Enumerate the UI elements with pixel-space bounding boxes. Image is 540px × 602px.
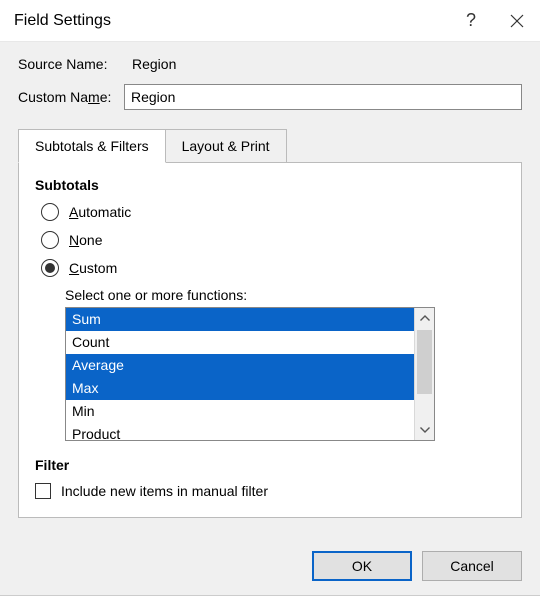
functions-label: Select one or more functions: (65, 287, 505, 303)
checkbox-label: Include new items in manual filter (61, 483, 268, 499)
field-settings-dialog: Field Settings ? Source Name: Region Cus… (0, 0, 540, 596)
scroll-thumb[interactable] (417, 330, 432, 394)
tab-panel: Subtotals Automatic None Custom Select o… (18, 162, 522, 518)
radio-icon (41, 203, 59, 221)
radio-icon (41, 259, 59, 277)
tabstrip: Subtotals & Filters Layout & Print (18, 129, 522, 163)
ok-button[interactable]: OK (312, 551, 412, 581)
filter-heading: Filter (35, 457, 505, 473)
custom-name-input[interactable] (124, 84, 522, 110)
radio-custom[interactable]: Custom (41, 259, 505, 277)
scroll-down-button[interactable] (415, 420, 434, 440)
list-item[interactable]: Product (66, 423, 414, 440)
scrollbar[interactable] (414, 308, 434, 440)
radio-automatic[interactable]: Automatic (41, 203, 505, 221)
dialog-content: Source Name: Region Custom Name: Subtota… (0, 42, 540, 541)
radio-none[interactable]: None (41, 231, 505, 249)
custom-name-row: Custom Name: (18, 84, 522, 110)
include-new-items-checkbox[interactable]: Include new items in manual filter (35, 483, 505, 499)
titlebar: Field Settings ? (0, 0, 540, 42)
tabs-container: Subtotals & Filters Layout & Print Subto… (18, 128, 522, 518)
close-button[interactable] (494, 0, 540, 42)
radio-icon (41, 231, 59, 249)
radio-label: None (69, 232, 102, 248)
custom-name-label: Custom Name: (18, 89, 124, 105)
help-button[interactable]: ? (448, 0, 494, 42)
list-item[interactable]: Min (66, 400, 414, 423)
radio-label: Automatic (69, 204, 131, 220)
functions-list[interactable]: SumCountAverageMaxMinProduct (66, 308, 414, 440)
list-item[interactable]: Average (66, 354, 414, 377)
tab-subtotals-filters[interactable]: Subtotals & Filters (18, 129, 166, 163)
subtotals-heading: Subtotals (35, 177, 505, 193)
tab-layout-print[interactable]: Layout & Print (165, 129, 287, 163)
list-item[interactable]: Count (66, 331, 414, 354)
dialog-footer: OK Cancel (0, 541, 540, 595)
list-item[interactable]: Max (66, 377, 414, 400)
scroll-up-button[interactable] (415, 308, 434, 328)
source-name-value: Region (132, 56, 176, 72)
functions-listbox[interactable]: SumCountAverageMaxMinProduct (65, 307, 435, 441)
cancel-button[interactable]: Cancel (422, 551, 522, 581)
list-item[interactable]: Sum (66, 308, 414, 331)
dialog-title: Field Settings (14, 12, 448, 30)
checkbox-icon (35, 483, 51, 499)
source-name-row: Source Name: Region (18, 56, 522, 72)
radio-label: Custom (69, 260, 117, 276)
source-name-label: Source Name: (18, 56, 124, 72)
scroll-track[interactable] (415, 328, 434, 420)
